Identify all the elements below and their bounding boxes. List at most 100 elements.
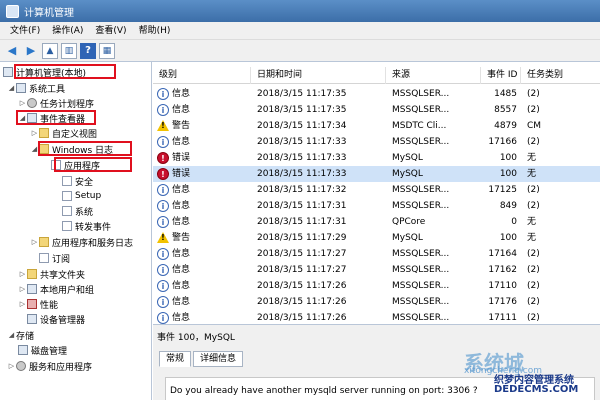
computer-icon — [3, 67, 13, 77]
cell-event-id: 17125 — [488, 185, 517, 195]
tree-item-security[interactable]: 安全 — [62, 174, 93, 188]
cell-level: 信息 — [172, 313, 191, 323]
table-row[interactable]: i 信息 2018/3/15 11:17:32 MSSQLSER... 17125 (2) — [153, 182, 600, 198]
tree-item-disk-management[interactable]: 磁盘管理 — [18, 343, 67, 357]
expand-arrow-icon[interactable]: ▷ — [7, 362, 16, 370]
menu-help[interactable]: 帮助(H) — [133, 22, 177, 40]
table-row[interactable]: ! 错误 2018/3/15 11:17:33 MySQL 100 无 — [153, 166, 600, 182]
cell-source: MSSQLSER... — [392, 265, 450, 275]
collapse-arrow-icon[interactable]: ◢ — [7, 331, 16, 339]
cell-event-id: 0 — [511, 217, 517, 227]
window-title: 计算机管理 — [24, 7, 74, 19]
expand-arrow-icon[interactable]: ▷ — [18, 300, 27, 308]
watermark-site-url: DEDECMS.COM — [494, 384, 579, 395]
tree-item-local-users-groups[interactable]: ▷ 本地用户和组 — [18, 282, 94, 296]
list-header: 级别 日期和时间 来源 事件 ID 任务类别 — [153, 67, 600, 84]
cell-event-id: 100 — [499, 233, 517, 243]
up-folder-icon[interactable]: ▲ — [42, 42, 58, 59]
action-pane-icon[interactable]: ▦ — [99, 42, 115, 59]
cell-event-id: 100 — [499, 153, 517, 163]
cell-event-id: 17166 — [488, 137, 517, 147]
cell-event-id: 4879 — [494, 121, 517, 131]
expand-arrow-icon[interactable]: ▷ — [30, 238, 39, 246]
column-header-level[interactable]: 级别 — [153, 67, 251, 84]
tree-item-task-scheduler[interactable]: ▷ 任务计划程序 — [18, 96, 94, 110]
table-row[interactable]: i 信息 2018/3/15 11:17:26 MSSQLSER... 17110 (2) — [153, 278, 600, 294]
cell-source: QPCore — [392, 217, 426, 227]
tree-item-performance[interactable]: ▷ 性能 — [18, 297, 58, 311]
table-row[interactable]: i 信息 2018/3/15 11:17:35 MSSQLSER... 1485 (2) — [153, 86, 600, 102]
tree-item-system-tools[interactable]: ◢ 系统工具 — [7, 81, 65, 95]
tree-label: 转发事件 — [75, 222, 112, 233]
column-header-event-id[interactable]: 事件 ID — [481, 67, 521, 84]
cell-task-category: 无 — [527, 217, 537, 227]
table-row[interactable]: i 信息 2018/3/15 11:17:27 MSSQLSER... 17162 (2) — [153, 262, 600, 278]
table-row[interactable]: i 信息 2018/3/15 11:17:35 MSSQLSER... 8557 (2) — [153, 102, 600, 118]
title-bar: 计算机管理 — [0, 0, 600, 22]
info-icon: i — [157, 200, 169, 212]
tree-item-device-manager[interactable]: 设备管理器 — [27, 312, 85, 326]
tab-details[interactable]: 详细信息 — [193, 351, 244, 367]
tree-item-forwarded-events[interactable]: 转发事件 — [62, 219, 111, 233]
menu-file[interactable]: 文件(F) — [4, 22, 46, 40]
tree-item-storage[interactable]: ◢ 存储 — [7, 328, 34, 342]
column-header-task-category[interactable]: 任务类别 — [521, 67, 600, 84]
info-icon: i — [157, 88, 169, 100]
highlight-box — [38, 141, 132, 156]
tree-item-app-service-logs[interactable]: ▷ 应用程序和服务日志 — [30, 235, 133, 249]
table-row[interactable]: i 信息 2018/3/15 11:17:33 MSSQLSER... 17166 (2) — [153, 134, 600, 150]
cell-level: 信息 — [172, 217, 191, 227]
table-row[interactable]: ! 警告 2018/3/15 11:17:29 MySQL 100 无 — [153, 230, 600, 246]
info-icon: i — [157, 280, 169, 292]
column-header-source[interactable]: 来源 — [386, 67, 481, 84]
cell-datetime: 2018/3/15 11:17:26 — [257, 313, 347, 323]
table-row[interactable]: i 信息 2018/3/15 11:17:31 QPCore 0 无 — [153, 214, 600, 230]
expand-arrow-icon[interactable]: ▷ — [18, 285, 27, 293]
cell-task-category: (2) — [527, 137, 540, 147]
table-row[interactable]: i 信息 2018/3/15 11:17:26 MSSQLSER... 17111 (2) — [153, 310, 600, 324]
show-hide-tree-icon[interactable]: ▥ — [61, 42, 77, 59]
cell-datetime: 2018/3/15 11:17:27 — [257, 265, 347, 275]
cell-event-id: 17110 — [488, 281, 517, 291]
collapse-arrow-icon[interactable]: ◢ — [7, 84, 16, 92]
log-icon — [62, 221, 72, 231]
cell-source: MSSQLSER... — [392, 281, 450, 291]
back-arrow-icon[interactable]: ◀ — [4, 43, 20, 59]
tree-item-setup[interactable]: Setup — [62, 189, 101, 203]
cell-datetime: 2018/3/15 11:17:34 — [257, 121, 347, 131]
expand-arrow-icon[interactable]: ▷ — [18, 99, 27, 107]
info-icon: i — [157, 104, 169, 116]
log-icon — [62, 191, 72, 201]
table-row[interactable]: i 信息 2018/3/15 11:17:26 MSSQLSER... 17176 (2) — [153, 294, 600, 310]
expand-arrow-icon[interactable]: ▷ — [18, 270, 27, 278]
expand-arrow-icon[interactable]: ▷ — [30, 129, 39, 137]
help-icon[interactable]: ? — [80, 42, 96, 59]
cell-level: 警告 — [172, 121, 191, 131]
cell-event-id: 17162 — [488, 265, 517, 275]
clock-icon — [27, 98, 37, 108]
cell-level: 信息 — [172, 297, 191, 307]
cell-task-category: (2) — [527, 313, 540, 323]
warning-icon: ! — [157, 232, 169, 244]
table-row[interactable]: ! 警告 2018/3/15 11:17:34 MSDTC Cli... 4879 CM — [153, 118, 600, 134]
cell-datetime: 2018/3/15 11:17:35 — [257, 105, 347, 115]
menu-view[interactable]: 查看(V) — [89, 22, 132, 40]
tree-label: 设备管理器 — [40, 315, 86, 326]
tree-item-custom-views[interactable]: ▷ 自定义视图 — [30, 126, 97, 140]
tree-label: 系统 — [75, 207, 94, 218]
cell-level: 信息 — [172, 281, 191, 291]
tree-item-system[interactable]: 系统 — [62, 204, 93, 218]
forward-arrow-icon[interactable]: ▶ — [23, 43, 39, 59]
table-row[interactable]: i 信息 2018/3/15 11:17:31 MSSQLSER... 849 (2) — [153, 198, 600, 214]
info-icon: i — [157, 184, 169, 196]
menu-action[interactable]: 操作(A) — [46, 22, 89, 40]
table-row[interactable]: ! 错误 2018/3/15 11:17:33 MySQL 100 无 — [153, 150, 600, 166]
table-row[interactable]: i 信息 2018/3/15 11:17:27 MSSQLSER... 17164 (2) — [153, 246, 600, 262]
tree-item-subscriptions[interactable]: 订阅 — [39, 251, 70, 265]
tree-item-shared-folders[interactable]: ▷ 共享文件夹 — [18, 267, 85, 281]
tree-item-services-apps[interactable]: ▷ 服务和应用程序 — [7, 359, 92, 373]
shared-folder-icon — [27, 269, 37, 279]
tree-label: 存储 — [16, 331, 35, 342]
column-header-datetime[interactable]: 日期和时间 — [251, 67, 386, 84]
tab-general[interactable]: 常规 — [159, 351, 192, 367]
